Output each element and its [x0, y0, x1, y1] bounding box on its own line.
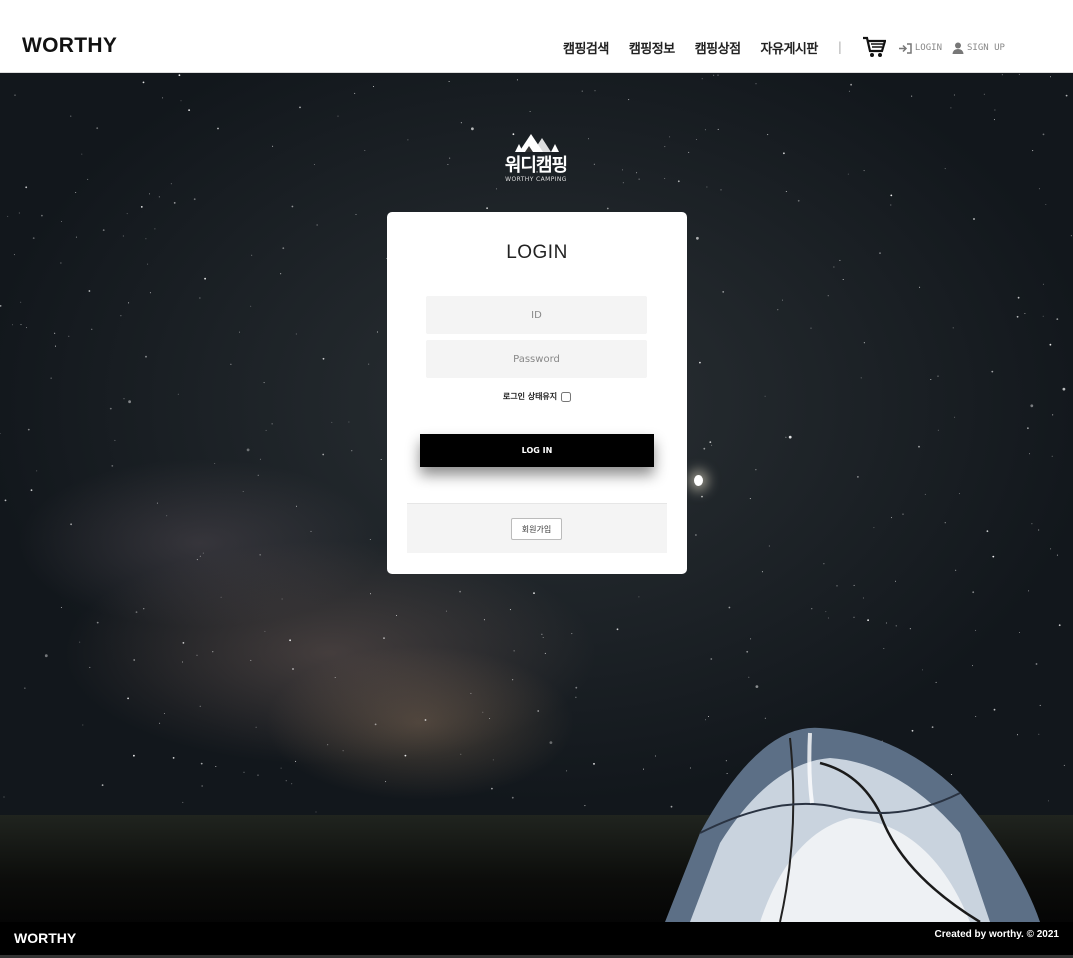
- keep-logged-in-row[interactable]: 로그인 상태유지: [387, 391, 687, 402]
- footer-brand: WORTHY: [14, 930, 77, 946]
- camping-logo: 워디캠핑 WORTHY CAMPING: [500, 130, 572, 184]
- cart-icon[interactable]: [862, 36, 886, 58]
- card-footer: 회원가입: [407, 503, 667, 553]
- signup-button[interactable]: 회원가입: [511, 518, 562, 540]
- login-title: LOGIN: [506, 242, 568, 263]
- logo-title-kr: 워디캠핑: [504, 155, 568, 176]
- brand-logo-link[interactable]: WORTHY: [22, 33, 117, 59]
- keep-logged-in-label: 로그인 상태유지: [502, 392, 558, 401]
- tent-logo-icon: [515, 134, 559, 152]
- login-link[interactable]: LOGIN: [898, 42, 942, 54]
- login-card: LOGIN 로그인 상태유지 LOG IN 회원가입: [387, 212, 687, 574]
- signup-link[interactable]: SIGN UP: [952, 42, 1005, 54]
- login-button[interactable]: LOG IN: [420, 434, 654, 467]
- login-icon: [898, 42, 912, 54]
- nav-separator: |: [837, 40, 842, 54]
- user-icon: [952, 42, 964, 54]
- main-nav: 캠핑검색 캠핑정보 캠핑상점 자유게시판 | LOGIN SIGN UP: [563, 36, 1015, 58]
- password-input[interactable]: [426, 340, 647, 378]
- login-link-label: LOGIN: [914, 43, 942, 53]
- nav-camping-search[interactable]: 캠핑검색: [563, 38, 609, 57]
- id-input[interactable]: [426, 296, 647, 334]
- nav-free-board[interactable]: 자유게시판: [761, 38, 819, 57]
- nav-camping-shop[interactable]: 캠핑상점: [695, 38, 741, 57]
- footer-copyright: Created by worthy. © 2021: [934, 929, 1059, 940]
- site-header: WORTHY 캠핑검색 캠핑정보 캠핑상점 자유게시판 | LOGIN SIGN…: [0, 0, 1073, 73]
- signup-link-label: SIGN UP: [966, 43, 1005, 53]
- site-footer: WORTHY Created by worthy. © 2021: [0, 922, 1073, 958]
- nav-camping-info[interactable]: 캠핑정보: [629, 38, 675, 57]
- logo-subtitle-en: WORTHY CAMPING: [505, 176, 567, 183]
- keep-logged-in-checkbox[interactable]: [561, 391, 572, 402]
